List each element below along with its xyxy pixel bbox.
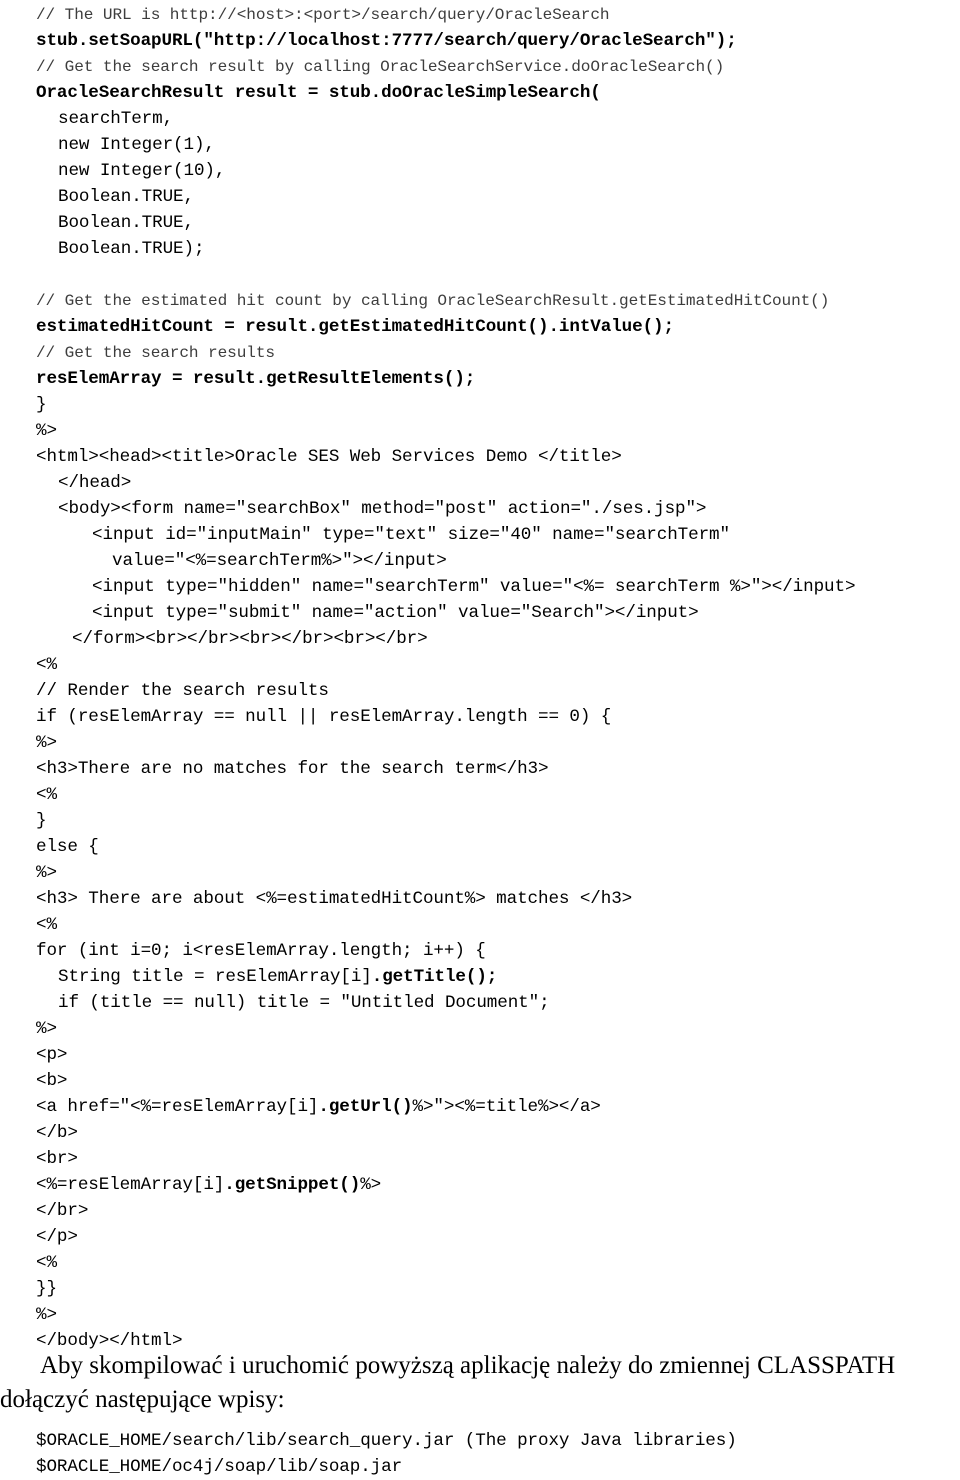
classpath-entries: $ORACLE_HOME/search/lib/search_query.jar… [0, 1428, 960, 1480]
code-line: String title = resElemArray[i].getTitle(… [0, 964, 960, 990]
code-line: <% [36, 1253, 57, 1273]
code-segment: <a href="<%=resElemArray[i] [36, 1097, 319, 1117]
code-line: else { [36, 837, 99, 857]
code-line: stub.setSoapURL("http://localhost:7777/s… [36, 31, 737, 51]
code-line: Boolean.TRUE, [58, 187, 194, 207]
code-line: <body><form name="searchBox" method="pos… [58, 499, 707, 519]
code-line: </b> [36, 1123, 78, 1143]
code-line: for (int i=0; i<resElemArray.length; i++… [36, 941, 486, 961]
code-line: } [36, 395, 47, 415]
classpath-line: $ORACLE_HOME/oc4j/soap/lib/soap.jar [36, 1457, 403, 1477]
code-line: // Get the estimated hit count by callin… [36, 292, 830, 310]
code-line: <% [36, 655, 57, 675]
code-line: %> [36, 1305, 57, 1325]
code-line: estimatedHitCount = result.getEstimatedH… [36, 317, 674, 337]
code-line: <b> [36, 1071, 68, 1091]
code-line: %> [36, 863, 57, 883]
code-segment-bold: .getUrl() [318, 1097, 413, 1117]
code-segment-bold: .getTitle(); [371, 967, 498, 987]
code-line: </br> [36, 1201, 89, 1221]
code-line: if (title == null) title = "Untitled Doc… [58, 993, 550, 1013]
code-listing: // The URL is http://<host>:<port>/searc… [0, 0, 960, 1354]
code-line: <input type="hidden" name="searchTerm" v… [92, 577, 856, 597]
code-line: Boolean.TRUE); [58, 239, 205, 259]
code-segment: String title = resElemArray[i] [58, 967, 372, 987]
code-line: // Render the search results [36, 681, 329, 701]
code-segment: %> [360, 1175, 382, 1195]
code-line: <input id="inputMain" type="text" size="… [92, 525, 730, 545]
code-line: <br> [36, 1149, 78, 1169]
code-line: </form><br></br><br></br><br></br> [72, 629, 428, 649]
instruction-paragraph: Aby skompilować i uruchomić powyższą apl… [0, 1352, 896, 1413]
code-line: %> [36, 733, 57, 753]
code-line: <input type="submit" name="action" value… [92, 603, 699, 623]
code-line: <a href="<%=resElemArray[i].getUrl()%>">… [0, 1094, 960, 1120]
code-line: <html><head><title>Oracle SES Web Servic… [36, 447, 622, 467]
code-line: %> [36, 421, 57, 441]
code-line: new Integer(10), [58, 161, 226, 181]
code-line: searchTerm, [58, 109, 174, 129]
code-line: OracleSearchResult result = stub.doOracl… [36, 83, 601, 103]
code-line: <%=resElemArray[i].getSnippet()%> [0, 1172, 960, 1198]
code-line: </head> [58, 473, 132, 493]
code-line: // Get the search results [36, 344, 275, 362]
code-line: %> [36, 1019, 57, 1039]
code-line: resElemArray = result.getResultElements(… [36, 369, 476, 389]
classpath-line: $ORACLE_HOME/search/lib/search_query.jar… [36, 1431, 737, 1451]
code-line: <p> [36, 1045, 68, 1065]
code-line: // The URL is http://<host>:<port>/searc… [36, 6, 610, 24]
code-segment: %>"><%=title%></a> [412, 1097, 601, 1117]
code-line: } [36, 811, 47, 831]
code-line: Boolean.TRUE, [58, 213, 194, 233]
code-line: </p> [36, 1227, 78, 1247]
code-line: // Get the search result by calling Orac… [36, 58, 725, 76]
code-line: if (resElemArray == null || resElemArray… [36, 707, 612, 727]
code-line: <% [36, 785, 57, 805]
code-line: <h3> There are about <%=estimatedHitCoun… [36, 889, 633, 909]
code-segment: <%=resElemArray[i] [36, 1175, 225, 1195]
document-page: // The URL is http://<host>:<port>/searc… [0, 0, 960, 1479]
code-line: new Integer(1), [58, 135, 215, 155]
code-line: value="<%=searchTerm%>"></input> [112, 551, 447, 571]
code-line: <h3>There are no matches for the search … [36, 759, 549, 779]
code-line: <% [36, 915, 57, 935]
code-segment-bold: .getSnippet() [224, 1175, 361, 1195]
code-line: }} [36, 1279, 57, 1299]
